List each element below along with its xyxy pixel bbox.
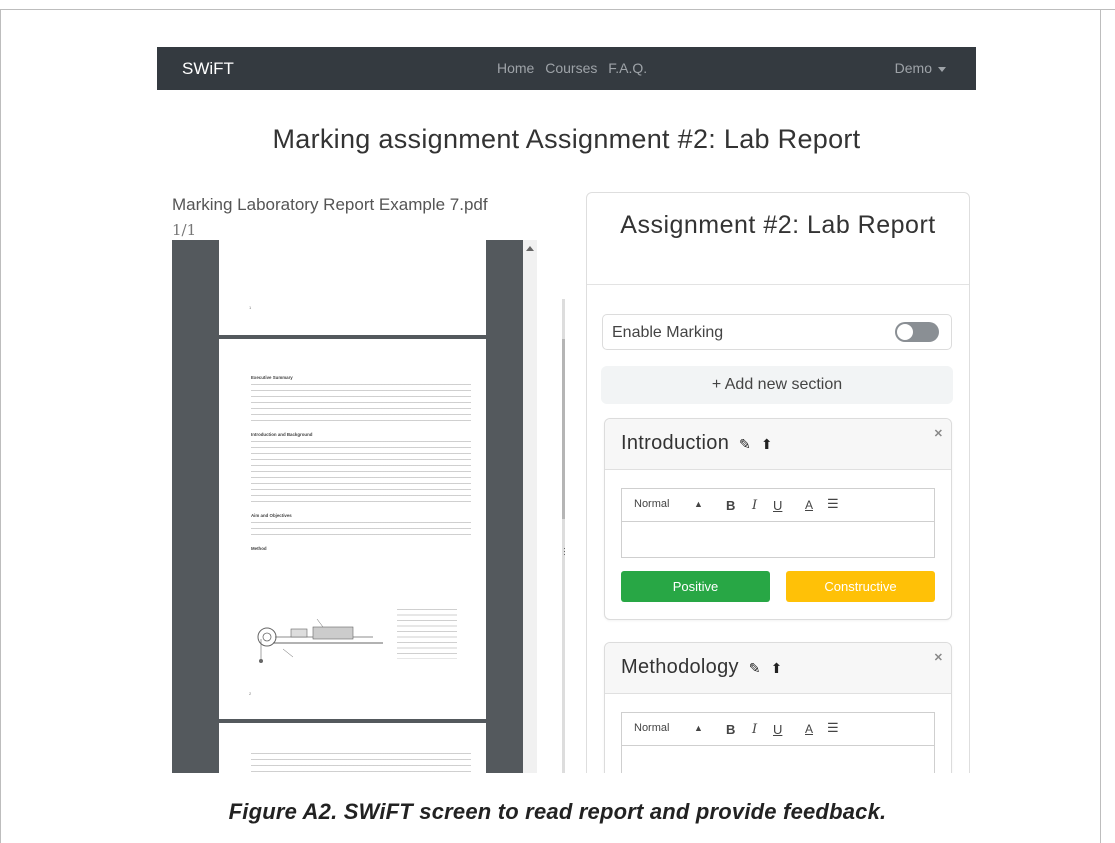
section-title: Introduction ✎ ⬆ [621, 432, 773, 455]
underline-icon[interactable]: U [773, 722, 782, 737]
toggle-knob [896, 323, 914, 341]
assignment-panel-header: Assignment #2: Lab Report [587, 193, 969, 285]
upload-icon[interactable]: ⬆ [771, 660, 783, 676]
positive-button[interactable]: Positive [621, 571, 770, 602]
add-section-button[interactable]: + Add new section [601, 366, 953, 404]
figure-caption-text [397, 609, 457, 659]
section-card-introduction: Introduction ✎ ⬆ ✕ Normal ▲ B I U A ☰ Po… [604, 418, 952, 620]
pdf-page-content [251, 753, 471, 773]
split-gutter[interactable] [562, 299, 565, 773]
pdf-page-number: 1 [249, 305, 252, 310]
section-card-methodology: Methodology ✎ ⬆ ✕ Normal ▲ B I U A ☰ [604, 642, 952, 773]
format-select[interactable]: Normal [634, 498, 669, 510]
section-title-text: Introduction [621, 432, 730, 454]
list-icon[interactable]: ☰ [827, 720, 839, 736]
nav-courses-link[interactable]: Courses [545, 60, 597, 76]
bold-icon[interactable]: B [726, 722, 735, 737]
nav-links: Home Courses F.A.Q. [497, 60, 654, 76]
brand-logo[interactable]: SWiFT [182, 59, 234, 79]
editor-toolbar: Normal ▲ B I U A ☰ [622, 489, 934, 522]
text-color-icon[interactable]: A [805, 498, 813, 512]
page-title: Marking assignment Assignment #2: Lab Re… [272, 124, 861, 154]
section-card-header: Introduction ✎ ⬆ ✕ [605, 419, 951, 470]
user-name: Demo [894, 60, 932, 76]
caret-down-icon [938, 66, 946, 72]
close-icon[interactable]: ✕ [934, 427, 943, 440]
pdf-viewer[interactable]: 1 Executive Summary Introduction and Bac… [172, 240, 537, 773]
scroll-up-icon[interactable] [526, 246, 534, 251]
pdf-page-number: 2 [249, 691, 252, 696]
feedback-editor: Normal ▲ B I U A ☰ [621, 488, 935, 558]
frame-left-border [0, 9, 1, 843]
frame-right-border [1100, 9, 1101, 843]
section-title: Methodology ✎ ⬆ [621, 656, 783, 679]
underline-icon[interactable]: U [773, 498, 782, 513]
select-arrows-icon[interactable]: ▲ [694, 499, 703, 509]
upload-icon[interactable]: ⬆ [761, 436, 773, 452]
page-counter: 1/1 [172, 221, 197, 239]
apparatus-figure [257, 618, 383, 663]
figure-caption: Figure A2. SWiFT screen to read report a… [228, 799, 887, 824]
italic-icon[interactable]: I [752, 722, 757, 737]
navbar: SWiFT Home Courses F.A.Q. Demo [157, 47, 976, 90]
drag-handle-icon[interactable]: · · · [563, 544, 566, 559]
nav-faq-link[interactable]: F.A.Q. [608, 60, 647, 76]
close-icon[interactable]: ✕ [934, 651, 943, 664]
pdf-scrollbar[interactable] [523, 240, 537, 773]
enable-marking-toggle[interactable] [895, 322, 939, 342]
italic-icon[interactable]: I [752, 498, 757, 513]
feedback-editor: Normal ▲ B I U A ☰ [621, 712, 935, 773]
user-menu[interactable]: Demo [895, 60, 946, 76]
pdf-page [219, 723, 486, 773]
frame-top-border [0, 9, 1115, 10]
select-arrows-icon[interactable]: ▲ [694, 723, 703, 733]
section-card-header: Methodology ✎ ⬆ ✕ [605, 643, 951, 694]
nav-home-link[interactable]: Home [497, 60, 534, 76]
section-title-text: Methodology [621, 656, 739, 678]
pdf-page: Executive Summary Introduction and Backg… [219, 339, 486, 719]
gutter-scroll-thumb[interactable] [562, 339, 565, 519]
assignment-panel: Assignment #2: Lab Report Enable Marking… [586, 192, 970, 773]
constructive-button[interactable]: Constructive [786, 571, 935, 602]
bold-icon[interactable]: B [726, 498, 735, 513]
text-color-icon[interactable]: A [805, 722, 813, 736]
editor-toolbar: Normal ▲ B I U A ☰ [622, 713, 934, 746]
edit-icon[interactable]: ✎ [739, 436, 751, 452]
pdf-page-content: Executive Summary Introduction and Backg… [251, 369, 471, 555]
assignment-title: Assignment #2: Lab Report [620, 211, 936, 239]
enable-marking-label: Enable Marking [612, 324, 724, 341]
enable-marking-row: Enable Marking [602, 314, 952, 350]
pdf-page: 1 [219, 240, 486, 335]
file-title: Marking Laboratory Report Example 7.pdf [172, 195, 488, 214]
list-icon[interactable]: ☰ [827, 496, 839, 512]
format-select[interactable]: Normal [634, 722, 669, 734]
edit-icon[interactable]: ✎ [749, 660, 761, 676]
app-screenshot: SWiFT Home Courses F.A.Q. Demo Marking a… [157, 47, 976, 773]
